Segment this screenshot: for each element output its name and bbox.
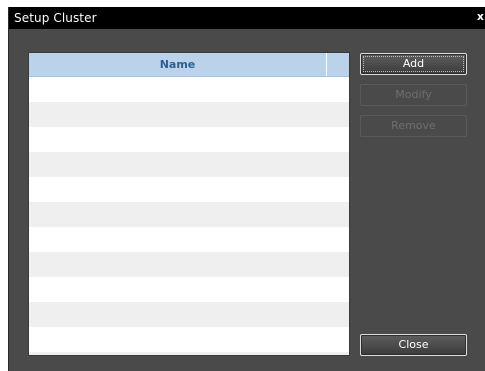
close-button[interactable]: Close <box>360 334 467 356</box>
remove-button[interactable]: Remove <box>360 115 467 137</box>
list-row[interactable] <box>29 102 349 127</box>
setup-cluster-dialog: Setup Cluster x Name Add Modify Remove C… <box>8 7 485 371</box>
list-row[interactable] <box>29 152 349 177</box>
list-row[interactable] <box>29 352 349 355</box>
list-rows <box>29 77 349 355</box>
list-row[interactable] <box>29 227 349 252</box>
list-row[interactable] <box>29 327 349 352</box>
list-row[interactable] <box>29 202 349 227</box>
list-row[interactable] <box>29 302 349 327</box>
title-bar: Setup Cluster x <box>9 7 485 29</box>
list-row[interactable] <box>29 177 349 202</box>
cluster-list[interactable]: Name <box>28 52 350 356</box>
list-row[interactable] <box>29 252 349 277</box>
close-icon[interactable]: x <box>477 10 484 24</box>
list-row[interactable] <box>29 77 349 102</box>
list-header: Name <box>29 53 349 77</box>
modify-button[interactable]: Modify <box>360 84 467 106</box>
list-row[interactable] <box>29 277 349 302</box>
window-title: Setup Cluster <box>14 11 97 25</box>
add-button[interactable]: Add <box>360 53 467 75</box>
column-header-name[interactable]: Name <box>29 53 327 76</box>
list-row[interactable] <box>29 127 349 152</box>
